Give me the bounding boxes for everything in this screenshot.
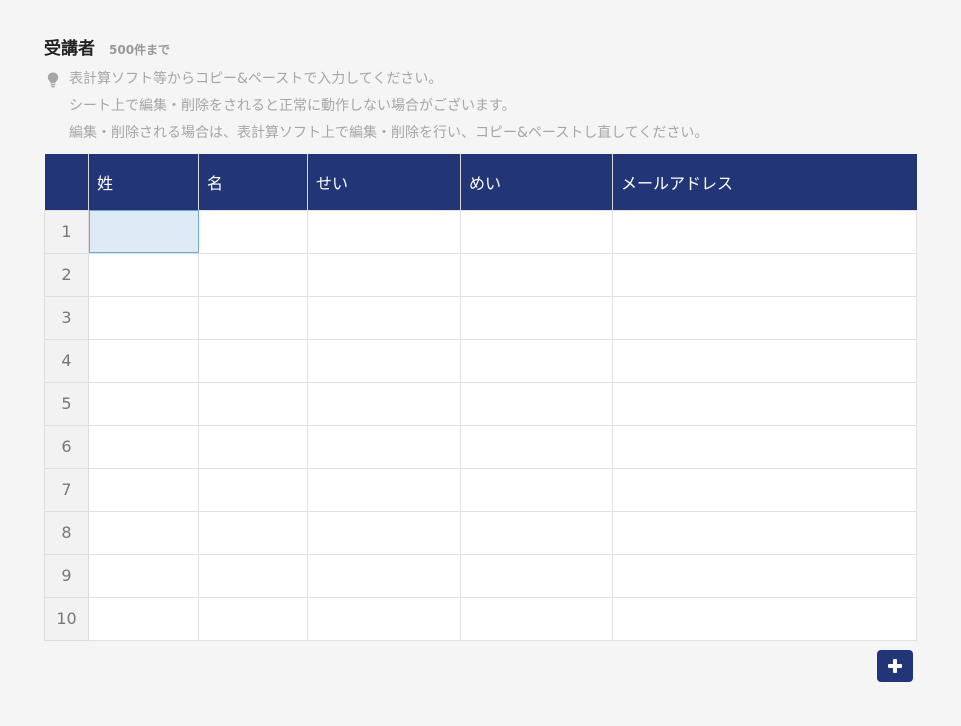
table-row: 3 [44, 295, 917, 340]
hint-line-1: 表計算ソフト等からコピー&ペーストで入力してください。 [69, 71, 443, 87]
row-number: 6 [44, 424, 89, 469]
cell-first-name[interactable] [198, 252, 308, 297]
table-row: 10 [44, 596, 917, 641]
row-number: 3 [44, 295, 89, 340]
column-header-last-name-kana: せい [307, 154, 461, 210]
row-number: 10 [44, 596, 89, 641]
cell-first-name-kana[interactable] [460, 381, 613, 426]
lightbulb-icon [47, 72, 59, 88]
cell-first-name-kana[interactable] [460, 338, 613, 383]
cell-first-name-kana[interactable] [460, 467, 613, 512]
cell-email[interactable] [612, 295, 917, 340]
cell-last-name-kana[interactable] [307, 381, 461, 426]
section-header: 受講者 500件まで [44, 34, 170, 59]
row-number: 8 [44, 510, 89, 555]
cell-last-name[interactable] [88, 424, 199, 469]
column-header-first-name: 名 [198, 154, 308, 210]
cell-last-name-kana[interactable] [307, 553, 461, 598]
cell-first-name-kana[interactable] [460, 209, 613, 254]
cell-first-name[interactable] [198, 424, 308, 469]
table-row: 5 [44, 381, 917, 426]
cell-first-name[interactable] [198, 467, 308, 512]
add-row-button[interactable] [877, 650, 913, 682]
cell-last-name[interactable] [88, 252, 199, 297]
cell-first-name[interactable] [198, 381, 308, 426]
section-title: 受講者 [44, 39, 95, 59]
cell-last-name[interactable] [88, 381, 199, 426]
header-row: 姓 名 せい めい メールアドレス [44, 154, 917, 210]
cell-email[interactable] [612, 381, 917, 426]
table-row: 9 [44, 553, 917, 598]
cell-last-name-kana[interactable] [307, 209, 461, 254]
table-row: 1 [44, 209, 917, 254]
table-row: 7 [44, 467, 917, 512]
cell-last-name-kana[interactable] [307, 596, 461, 641]
row-number: 5 [44, 381, 89, 426]
corner-cell [44, 154, 89, 210]
cell-first-name[interactable] [198, 553, 308, 598]
hint-line: 表計算ソフト等からコピー&ペーストで入力してください。 [44, 66, 708, 93]
attendee-spreadsheet[interactable]: 姓 名 せい めい メールアドレス 1 2 3 4 5 6 7 8 9 10 [44, 154, 917, 641]
cell-email[interactable] [612, 209, 917, 254]
table-row: 6 [44, 424, 917, 469]
cell-last-name-kana[interactable] [307, 338, 461, 383]
cell-first-name[interactable] [198, 596, 308, 641]
cell-last-name-kana[interactable] [307, 510, 461, 555]
cell-email[interactable] [612, 510, 917, 555]
cell-first-name[interactable] [198, 338, 308, 383]
cell-first-name-kana[interactable] [460, 252, 613, 297]
cell-email[interactable] [612, 596, 917, 641]
cell-last-name-kana[interactable] [307, 424, 461, 469]
column-header-last-name: 姓 [88, 154, 199, 210]
cell-email[interactable] [612, 424, 917, 469]
row-number: 1 [44, 209, 89, 254]
hint-line-2: シート上で編集・削除をされると正常に動作しない場合がございます。 [69, 98, 516, 114]
cell-first-name[interactable] [198, 295, 308, 340]
table-row: 4 [44, 338, 917, 383]
cell-email[interactable] [612, 252, 917, 297]
hint-line: シート上で編集・削除をされると正常に動作しない場合がございます。 [44, 93, 708, 120]
cell-first-name[interactable] [198, 209, 308, 254]
cell-first-name[interactable] [198, 510, 308, 555]
cell-last-name-kana[interactable] [307, 467, 461, 512]
cell-last-name[interactable] [88, 553, 199, 598]
cell-email[interactable] [612, 467, 917, 512]
cell-first-name-kana[interactable] [460, 553, 613, 598]
cell-last-name[interactable] [88, 596, 199, 641]
column-header-first-name-kana: めい [460, 154, 613, 210]
row-number: 7 [44, 467, 89, 512]
row-number: 2 [44, 252, 89, 297]
cell-last-name[interactable] [88, 209, 199, 254]
cell-last-name[interactable] [88, 295, 199, 340]
cell-first-name-kana[interactable] [460, 596, 613, 641]
cell-email[interactable] [612, 553, 917, 598]
row-number: 9 [44, 553, 89, 598]
table-row: 2 [44, 252, 917, 297]
hint-line-3: 編集・削除される場合は、表計算ソフト上で編集・削除を行い、コピー&ペーストし直し… [69, 125, 709, 141]
hint-line: 編集・削除される場合は、表計算ソフト上で編集・削除を行い、コピー&ペーストし直し… [44, 120, 708, 147]
cell-email[interactable] [612, 338, 917, 383]
row-number: 4 [44, 338, 89, 383]
cell-last-name[interactable] [88, 467, 199, 512]
cell-last-name-kana[interactable] [307, 252, 461, 297]
table-row: 8 [44, 510, 917, 555]
plus-icon [888, 659, 902, 673]
section-limit-note: 500件まで [109, 43, 171, 57]
cell-last-name[interactable] [88, 338, 199, 383]
column-header-email: メールアドレス [612, 154, 917, 210]
cell-first-name-kana[interactable] [460, 424, 613, 469]
cell-last-name-kana[interactable] [307, 295, 461, 340]
cell-last-name[interactable] [88, 510, 199, 555]
hint-text: 表計算ソフト等からコピー&ペーストで入力してください。 シート上で編集・削除をさ… [44, 66, 708, 147]
cell-first-name-kana[interactable] [460, 295, 613, 340]
cell-first-name-kana[interactable] [460, 510, 613, 555]
